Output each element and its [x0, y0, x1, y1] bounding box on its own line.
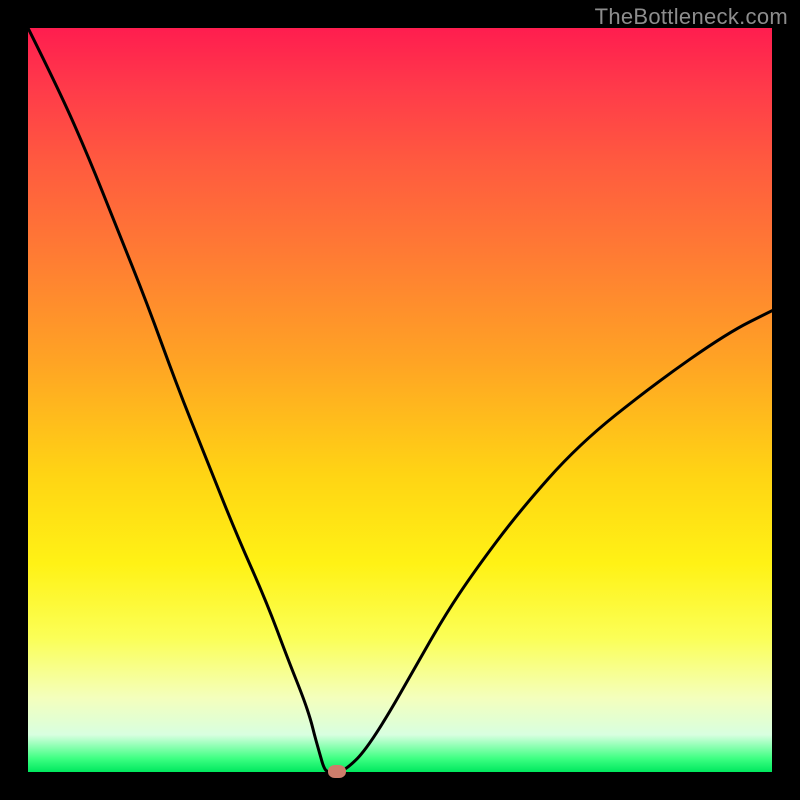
- source-marker: [328, 765, 346, 778]
- bottleneck-curve: [28, 28, 772, 772]
- chart-frame: TheBottleneck.com: [0, 0, 800, 800]
- watermark-text: TheBottleneck.com: [595, 4, 788, 30]
- plot-area: [28, 28, 772, 772]
